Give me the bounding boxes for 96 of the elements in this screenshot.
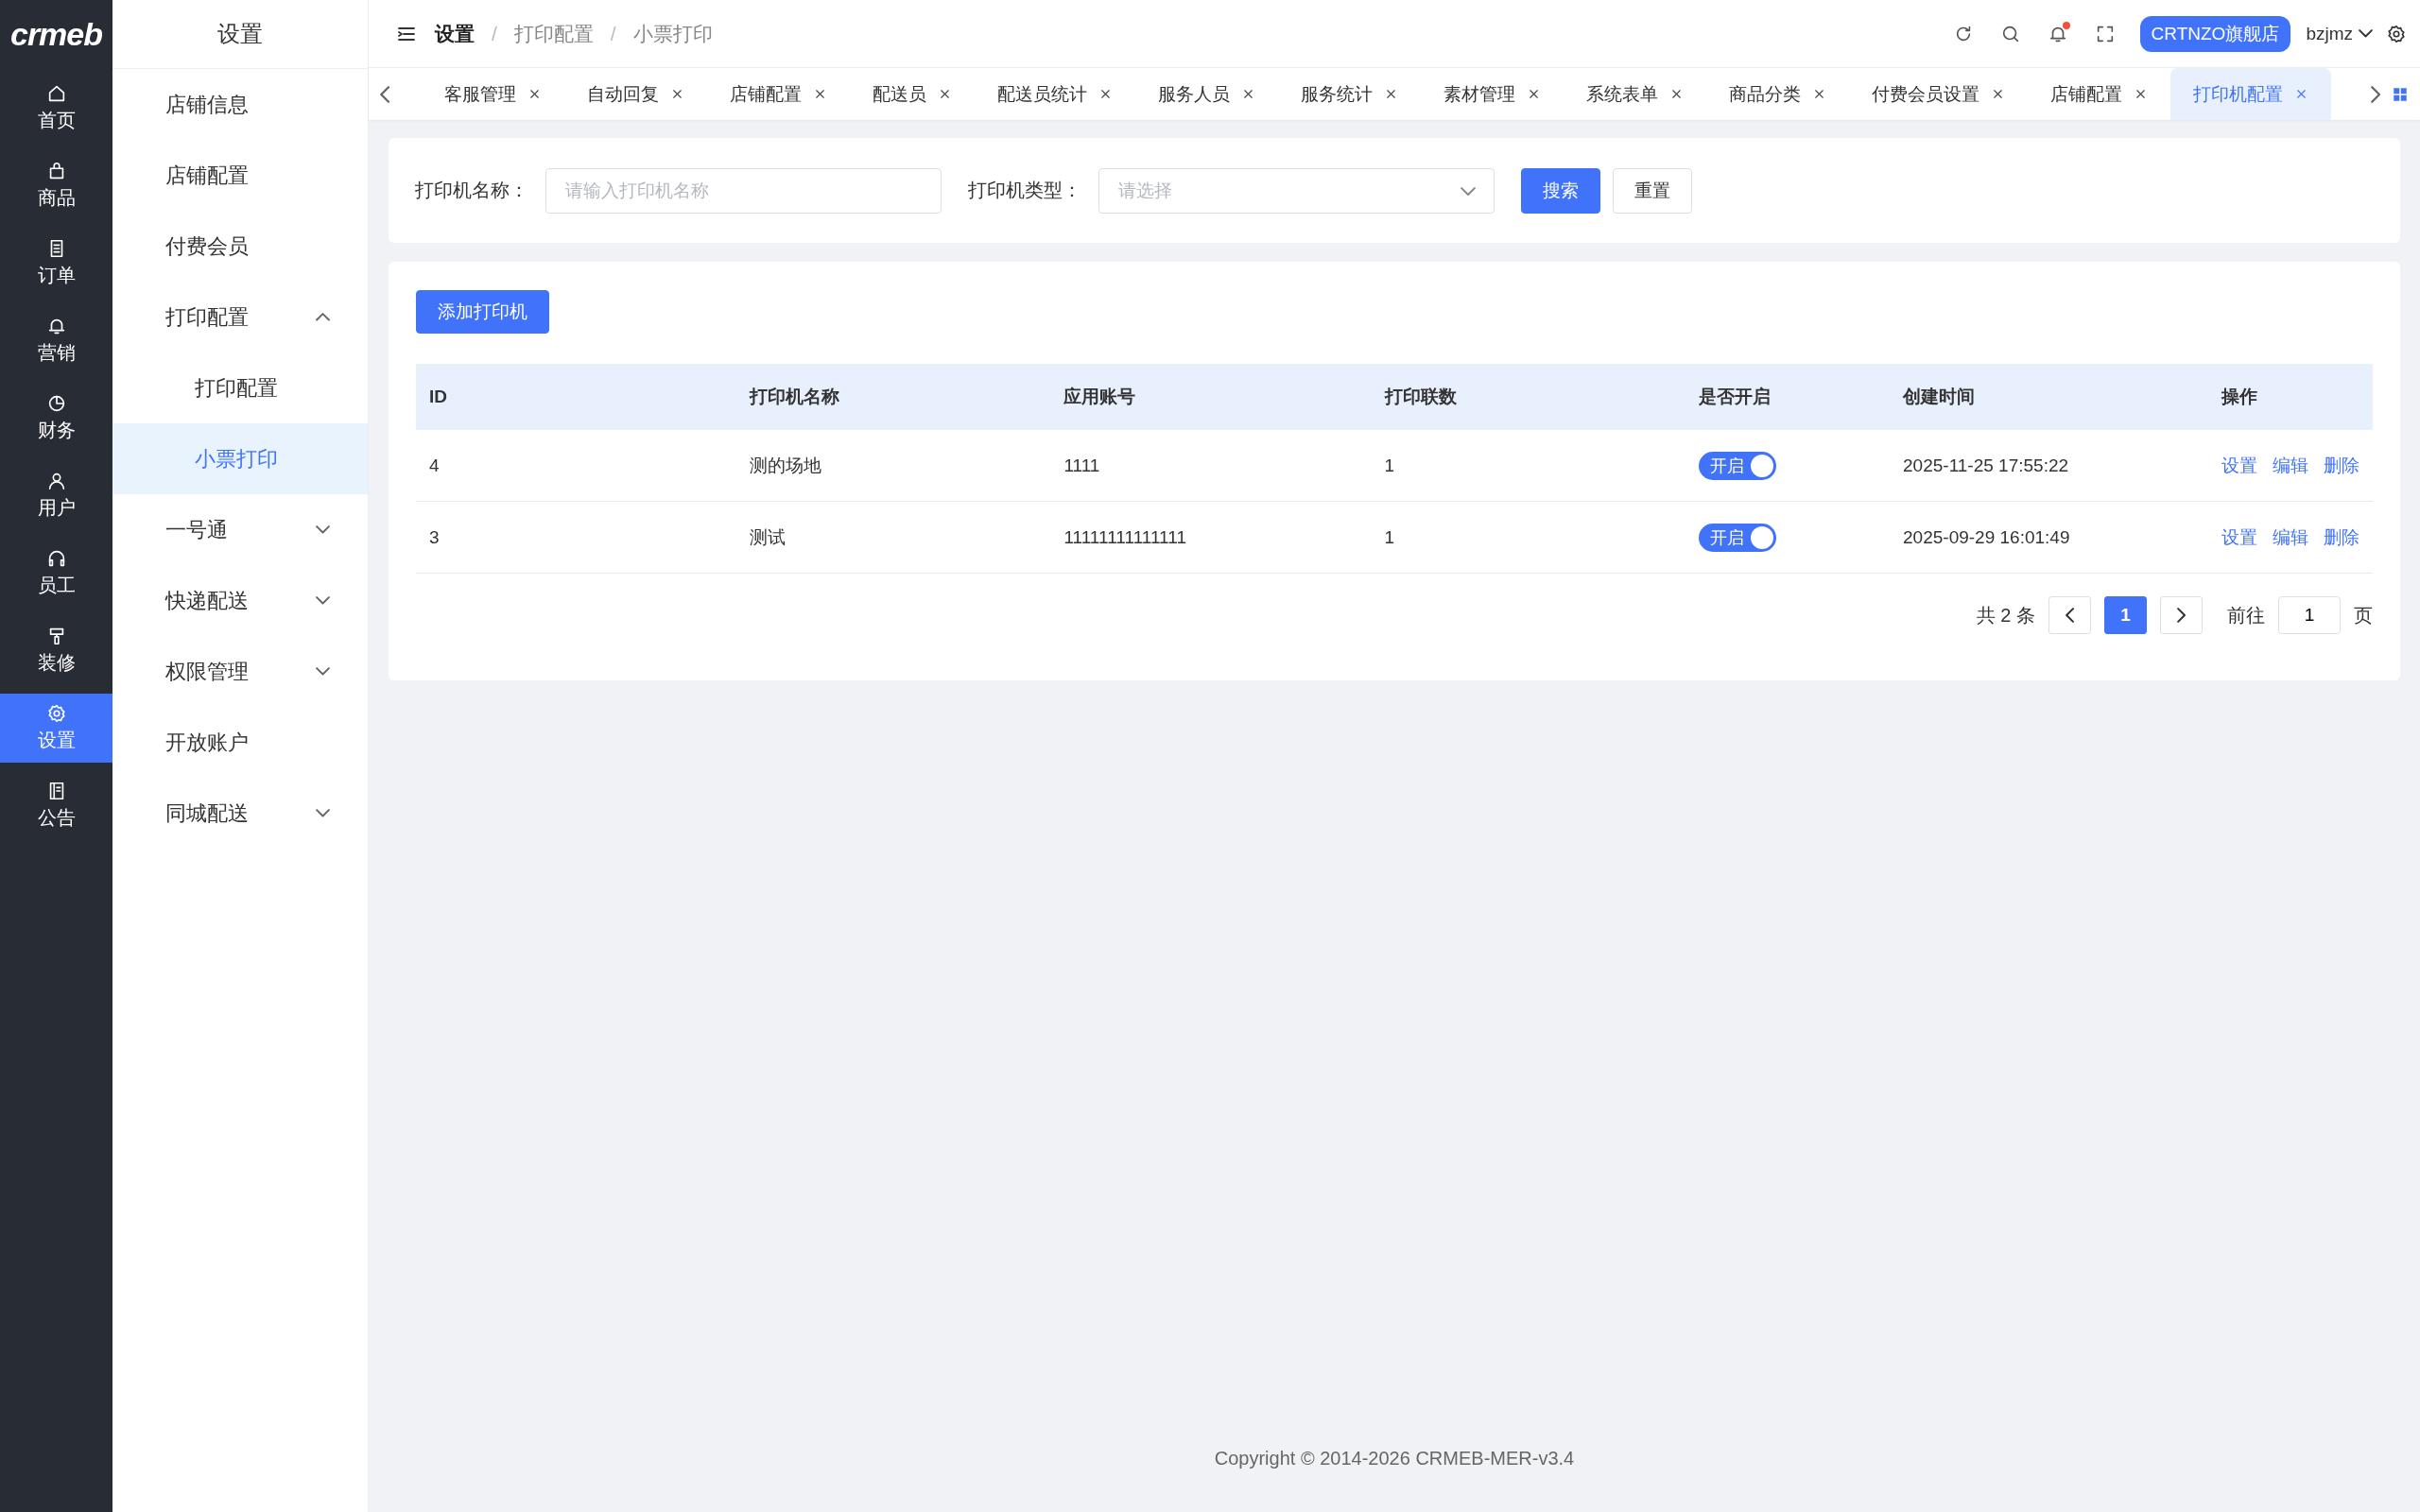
next-page-button[interactable] [2160, 596, 2203, 634]
action-link[interactable]: 删除 [2324, 453, 2360, 478]
table-cell: 1 [1371, 501, 1686, 574]
submenu-item[interactable]: 快递配送 [112, 565, 368, 636]
table-cell: 4 [416, 430, 736, 502]
nav-item[interactable]: 订单 [0, 229, 112, 298]
breadcrumb-item[interactable]: 打印配置 [513, 20, 594, 47]
action-link[interactable]: 设置 [2221, 453, 2257, 478]
chevron-down-icon[interactable] [316, 596, 330, 605]
nav-item[interactable]: 首页 [0, 74, 112, 143]
total-count: 共 2 条 [1976, 603, 2035, 627]
nav-item[interactable]: 装修 [0, 616, 112, 685]
submenu-subitem[interactable]: 打印配置 [112, 352, 368, 423]
table-cell: 2025-11-25 17:55:22 [1890, 430, 2208, 502]
search-button[interactable]: 搜索 [1521, 167, 1600, 214]
nav-item[interactable]: 财务 [0, 384, 112, 453]
column-header: 是否开启 [1685, 364, 1891, 430]
submenu-item[interactable]: 权限管理 [112, 636, 368, 707]
tab[interactable]: 店铺配置 [2028, 68, 2171, 120]
submenu-item[interactable]: 付费会员 [112, 211, 368, 282]
logo-text: crmeb [9, 15, 103, 53]
chevron-right-icon[interactable] [2176, 608, 2187, 623]
goto-label: 前往 [2227, 603, 2265, 627]
tab[interactable]: 付费会员设置 [1849, 68, 2029, 120]
table-cell: 测的场地 [735, 430, 1051, 502]
field-label: 打印机名称： [415, 179, 528, 202]
action-link[interactable]: 设置 [2221, 524, 2257, 550]
action-link[interactable]: 编辑 [2273, 453, 2308, 478]
tab[interactable]: 服务人员 [1135, 68, 1279, 120]
submenu-title: 设置 [112, 0, 368, 69]
settings-icon [45, 703, 67, 724]
chevron-up-icon[interactable] [316, 313, 330, 321]
input-field[interactable]: 请输入打印机名称 [545, 167, 942, 214]
column-header: 打印机名称 [735, 364, 1051, 430]
submenu-subitem[interactable]: 小票打印 [112, 423, 368, 494]
table-cell: 1111 [1050, 430, 1372, 502]
page-button[interactable]: 1 [2104, 596, 2147, 634]
chevron-right-icon[interactable] [2370, 85, 2380, 103]
copyright-text: Copyright © 2014-2026 CRMEB-MER-v3.4 [1213, 1448, 1576, 1470]
column-header: 创建时间 [1890, 364, 2208, 430]
table-cell: 11111111111111 [1050, 501, 1372, 574]
breadcrumb-separator: / [610, 22, 616, 45]
breadcrumb-item[interactable]: 设置 [435, 20, 475, 47]
nav-item[interactable]: 员工 [0, 539, 112, 608]
nav-item[interactable]: 公告 [0, 771, 112, 840]
tab[interactable]: 配送员 [850, 68, 976, 120]
table-cell: 2025-09-29 16:01:49 [1890, 501, 2208, 574]
table-cell: 测试 [735, 501, 1051, 574]
submenu-item[interactable]: 打印配置 [112, 282, 368, 352]
tab[interactable]: 服务统计 [1278, 68, 1422, 120]
table-cell: 1 [1371, 430, 1686, 502]
toggle-switch[interactable]: 开启 [1699, 523, 1777, 552]
chevron-left-icon[interactable] [2065, 608, 2075, 623]
toggle-switch[interactable]: 开启 [1699, 451, 1777, 480]
grid-icon[interactable] [2392, 85, 2409, 103]
submenu-item[interactable]: 同城配送 [112, 778, 368, 849]
chevron-down-icon[interactable] [2359, 29, 2373, 38]
column-header: 打印联数 [1371, 364, 1686, 430]
submenu-item[interactable]: 一号通 [112, 494, 368, 565]
select-field[interactable]: 请选择 [1098, 167, 1495, 214]
action-link[interactable]: 删除 [2324, 524, 2360, 550]
breadcrumb-item: 小票打印 [632, 21, 713, 46]
column-header: ID [416, 364, 736, 430]
nav-item[interactable]: 设置 [0, 694, 112, 763]
tab[interactable]: 商品分类 [1706, 68, 1850, 120]
submenu-item[interactable]: 店铺配置 [112, 140, 368, 211]
nav-item[interactable]: 营销 [0, 306, 112, 375]
chevron-down-icon[interactable] [316, 525, 330, 534]
column-header: 操作 [2208, 364, 2373, 430]
store-button[interactable]: CRTNZO旗舰店 [2139, 15, 2291, 52]
user-name[interactable]: bzjmz [2306, 23, 2353, 44]
tab[interactable]: 自动回复 [564, 68, 708, 120]
nav-item[interactable]: 商品 [0, 151, 112, 220]
table-cell: 3 [416, 501, 736, 574]
submenu-item[interactable]: 开放账户 [112, 707, 368, 778]
add-printer-button[interactable]: 添加打印机 [416, 290, 549, 334]
page-input[interactable]: 1 [2278, 596, 2341, 634]
reset-button[interactable]: 重置 [1613, 167, 1692, 214]
page-suffix: 页 [2354, 603, 2373, 627]
breadcrumb-separator: / [492, 22, 497, 45]
action-link[interactable]: 编辑 [2273, 524, 2308, 550]
tab[interactable]: 店铺配置 [707, 68, 851, 120]
column-header: 应用账号 [1050, 364, 1372, 430]
submenu-item[interactable]: 店铺信息 [112, 69, 368, 140]
chevron-left-icon[interactable] [380, 85, 390, 103]
tab[interactable]: 客服管理 [422, 68, 565, 120]
settings-icon[interactable] [2386, 23, 2407, 44]
field-label: 打印机类型： [968, 179, 1081, 202]
tab[interactable]: 素材管理 [1421, 68, 1564, 120]
tab[interactable]: 打印机配置 [2170, 68, 2332, 120]
prev-page-button[interactable] [2048, 596, 2091, 634]
tab[interactable]: 配送员统计 [975, 68, 1136, 120]
chevron-down-icon[interactable] [316, 809, 330, 817]
chevron-down-icon[interactable] [316, 667, 330, 676]
nav-item[interactable]: 用户 [0, 461, 112, 530]
tab[interactable]: 系统表单 [1564, 68, 1707, 120]
